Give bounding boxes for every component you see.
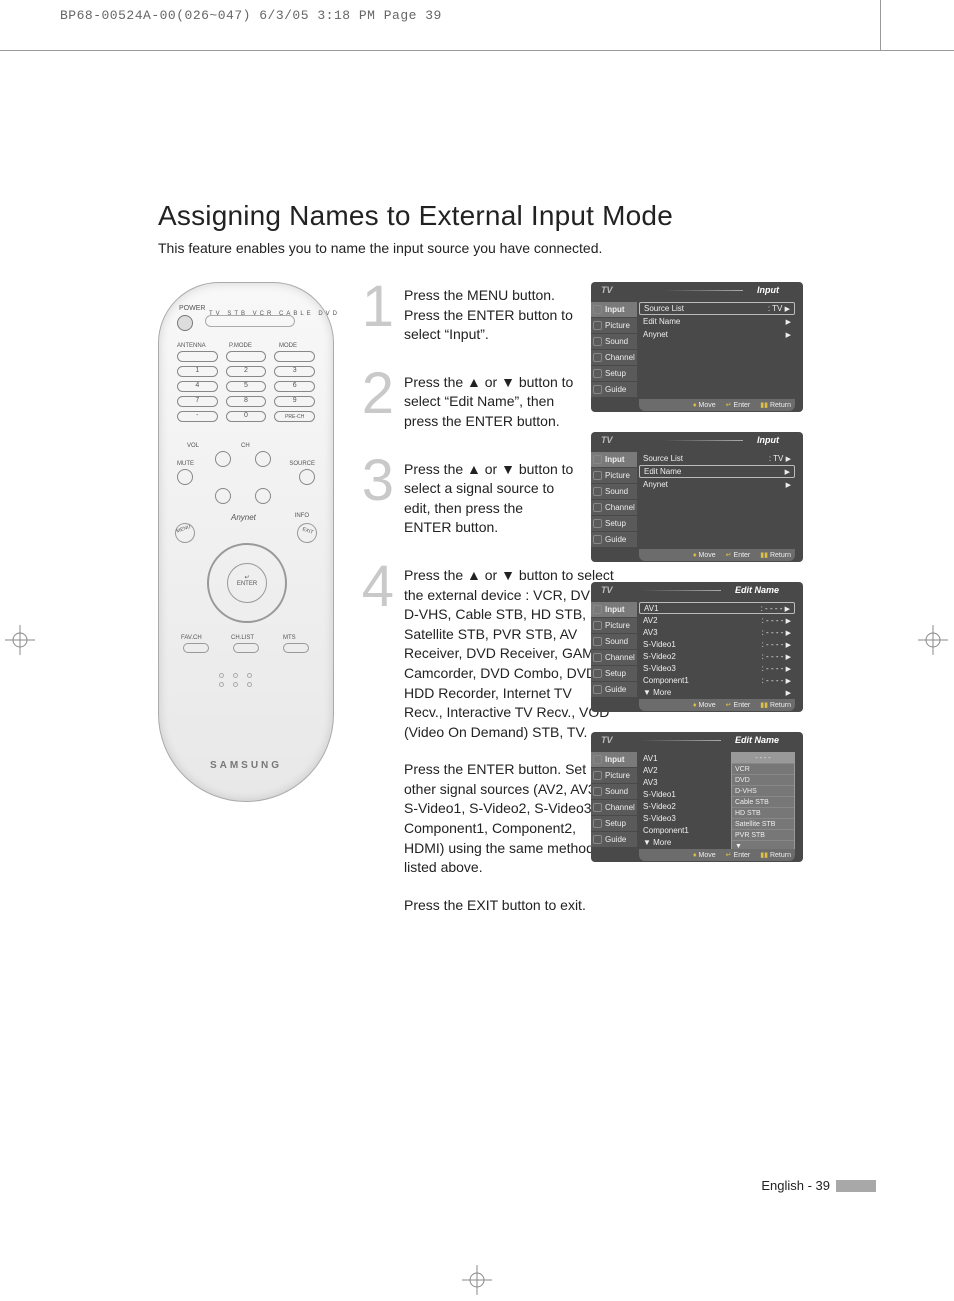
osd-row: Component1: - - - - ▶ — [639, 674, 795, 686]
remote-brand: SAMSUNG — [159, 760, 333, 771]
osd-sidebar-item: Input — [591, 302, 637, 318]
osd-sidebar-item: Input — [591, 752, 637, 768]
osd-sidebar-item: Channel — [591, 800, 637, 816]
osd-sidebar: InputPictureSoundChannelSetupGuide — [591, 302, 637, 398]
crop-mark — [880, 0, 881, 50]
power-button-icon — [177, 315, 193, 331]
osd-sidebar-item: Input — [591, 452, 637, 468]
enter-button: ↵ENTER — [227, 563, 267, 603]
osd-dropdown: - - - -VCRDVDD-VHSCable STBHD STBSatelli… — [731, 752, 795, 853]
dropdown-item: Cable STB — [732, 797, 794, 808]
osd-row: S-Video1: - - - - ▶ — [639, 638, 795, 650]
step-text: Press the ▲ or ▼ button to select “Edit … — [404, 369, 574, 432]
osd-content: AV1: - - - - ▶AV2: - - - - ▶AV3: - - - -… — [639, 602, 795, 698]
osd-panel: TVEdit Name InputPictureSoundChannelSetu… — [591, 582, 803, 712]
osd-sidebar: InputPictureSoundChannelSetupGuide — [591, 602, 637, 698]
osd-titlebar: TVInput — [601, 435, 793, 449]
osd-sidebar-item: Sound — [591, 334, 637, 350]
osd-row: Source List: TV ▶ — [639, 452, 795, 465]
step-text: Press the MENU button. Press the ENTER b… — [404, 282, 574, 345]
page-title: Assigning Names to External Input Mode — [158, 200, 673, 232]
dropdown-item: DVD — [732, 775, 794, 786]
osd-sidebar-item: Picture — [591, 468, 637, 484]
remote-illustration: POWER TV STB VCR CABLE DVD ANTENNA P.MOD… — [158, 282, 334, 802]
osd-sidebar-item: Channel — [591, 350, 637, 366]
dropdown-item: HD STB — [732, 808, 794, 819]
osd-row: AV3: - - - - ▶ — [639, 626, 795, 638]
page-footer: English - 39 — [761, 1178, 876, 1193]
dropdown-item: Satellite STB — [732, 819, 794, 830]
osd-sidebar-item: Guide — [591, 832, 637, 848]
registration-mark-icon — [5, 625, 35, 655]
osd-panel: TVInput InputPictureSoundChannelSetupGui… — [591, 432, 803, 562]
osd-sidebar-item: Guide — [591, 532, 637, 548]
osd-sidebar-item: Picture — [591, 318, 637, 334]
dropdown-item: VCR — [732, 764, 794, 775]
dropdown-item: - - - - — [732, 753, 794, 764]
osd-row: S-Video3: - - - - ▶ — [639, 662, 795, 674]
registration-mark-icon — [462, 1265, 492, 1295]
osd-row: Edit Name ▶ — [639, 465, 795, 478]
osd-panel: TVInput InputPictureSoundChannelSetupGui… — [591, 282, 803, 412]
step-text: Press the ▲ or ▼ button to select the ex… — [404, 562, 614, 934]
osd-panel: TVEdit Name InputPictureSoundChannelSetu… — [591, 732, 803, 862]
step-text: Press the ▲ or ▼ button to select a sign… — [404, 456, 574, 538]
osd-row: ▼ More ▶ — [639, 686, 795, 698]
osd-sidebar-item: Setup — [591, 366, 637, 382]
osd-sidebar-item: Setup — [591, 666, 637, 682]
osd-sidebar-item: Input — [591, 602, 637, 618]
osd-titlebar: TVEdit Name — [601, 735, 793, 749]
crop-header: BP68-00524A-00(026~047) 6/3/05 3:18 PM P… — [60, 8, 442, 23]
osd-sidebar-item: Channel — [591, 500, 637, 516]
exit-button-icon: EXIT — [294, 520, 320, 546]
osd-row: Anynet ▶ — [639, 328, 795, 341]
osd-sidebar-item: Sound — [591, 784, 637, 800]
osd-row: Anynet ▶ — [639, 478, 795, 491]
step-number: 3 — [358, 456, 394, 538]
crop-mark — [0, 50, 954, 51]
osd-footer: ♦Move ↵Enter ▮▮Return — [639, 699, 795, 711]
osd-sidebar-item: Picture — [591, 618, 637, 634]
osd-footer: ♦Move ↵Enter ▮▮Return — [639, 399, 795, 411]
osd-row: AV2: - - - - ▶ — [639, 614, 795, 626]
step-number: 2 — [358, 369, 394, 432]
osd-titlebar: TVInput — [601, 285, 793, 299]
step-number: 4 — [358, 562, 394, 934]
osd-sidebar: InputPictureSoundChannelSetupGuide — [591, 752, 637, 848]
osd-row: AV1: - - - - ▶ — [639, 602, 795, 614]
osd-sidebar-item: Setup — [591, 816, 637, 832]
osd-sidebar-item: Setup — [591, 516, 637, 532]
menu-button-icon: MENU — [172, 520, 198, 546]
osd-row: S-Video2: - - - - ▶ — [639, 650, 795, 662]
osd-row: Source List: TV ▶ — [639, 302, 795, 315]
page-subtitle: This feature enables you to name the inp… — [158, 240, 602, 256]
osd-content: Source List: TV ▶Edit Name ▶Anynet ▶ — [639, 302, 795, 398]
registration-mark-icon — [918, 625, 948, 655]
osd-content: Source List: TV ▶Edit Name ▶Anynet ▶ — [639, 452, 795, 548]
step-number: 1 — [358, 282, 394, 345]
osd-row: Edit Name ▶ — [639, 315, 795, 328]
osd-sidebar: InputPictureSoundChannelSetupGuide — [591, 452, 637, 548]
dropdown-item: PVR STB — [732, 830, 794, 841]
osd-sidebar-item: Sound — [591, 634, 637, 650]
osd-sidebar-item: Sound — [591, 484, 637, 500]
osd-sidebar-item: Guide — [591, 682, 637, 698]
osd-titlebar: TVEdit Name — [601, 585, 793, 599]
osd-footer: ♦Move ↵Enter ▮▮Return — [639, 549, 795, 561]
osd-sidebar-item: Guide — [591, 382, 637, 398]
osd-sidebar-item: Picture — [591, 768, 637, 784]
osd-sidebar-item: Channel — [591, 650, 637, 666]
dropdown-item: D-VHS — [732, 786, 794, 797]
osd-footer: ♦Move ↵Enter ▮▮Return — [639, 849, 795, 861]
